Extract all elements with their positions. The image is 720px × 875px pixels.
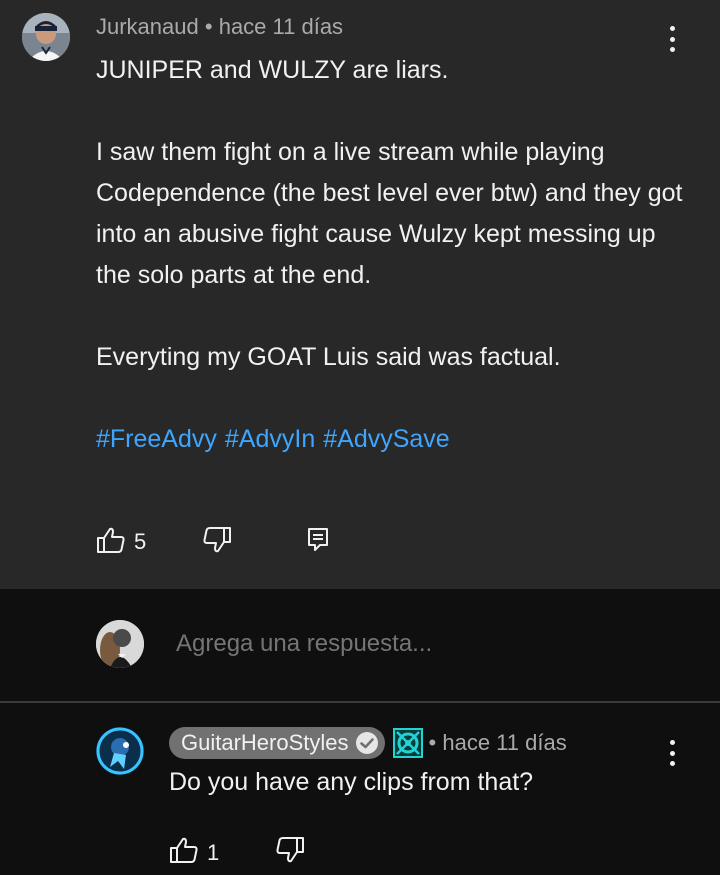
more-vertical-icon[interactable] <box>662 740 682 766</box>
comment-meta: Jurkanaud • hace 11 días <box>96 14 343 40</box>
reply-button[interactable] <box>306 526 330 559</box>
hashtag-link[interactable]: #AdvyIn <box>225 425 315 453</box>
dislike-button[interactable] <box>202 526 232 559</box>
avatar[interactable] <box>96 620 144 668</box>
comment-paragraph: JUNIPER and WULZY are liars. <box>96 56 449 84</box>
thumbs-down-icon <box>275 836 305 869</box>
thumbs-down-icon <box>202 526 232 559</box>
comment-paragraph: Everyting my GOAT Luis said was factual. <box>96 343 561 371</box>
meta-separator: • <box>428 730 443 755</box>
meta-separator: • <box>204 14 219 39</box>
comment-actions: 5 <box>96 526 330 558</box>
reply-input[interactable] <box>176 630 676 658</box>
like-button[interactable]: 5 <box>96 526 146 559</box>
avatar[interactable] <box>22 13 70 61</box>
dislike-button[interactable] <box>275 836 305 869</box>
channel-owner-chip[interactable]: GuitarHeroStyles <box>169 727 385 759</box>
member-badge-icon[interactable] <box>392 728 423 758</box>
more-vertical-icon[interactable] <box>662 26 682 52</box>
like-count: 5 <box>134 529 147 554</box>
reply-time[interactable]: hace 11 días <box>442 730 566 755</box>
reply-author: GuitarHeroStyles <box>181 730 349 755</box>
reply-actions: 1 <box>169 836 305 869</box>
hashtag-link[interactable]: #FreeAdvy <box>96 425 217 453</box>
verified-check-icon <box>355 731 379 755</box>
reply-meta: GuitarHeroStyles • hace 11 días <box>169 727 567 759</box>
reply-time-block: • hace 11 días <box>429 730 567 756</box>
comment-text: JUNIPER and WULZY are liars. I saw them … <box>96 50 696 460</box>
comment-paragraph: I saw them fight on a live stream while … <box>96 138 683 289</box>
comment-thread-main: Jurkanaud • hace 11 días JUNIPER and WUL… <box>0 0 720 589</box>
like-count: 1 <box>207 839 220 865</box>
comment-time[interactable]: hace 11 días <box>219 14 343 39</box>
hashtag-list: #FreeAdvy #AdvyIn #AdvySave <box>96 419 696 460</box>
divider <box>0 701 720 703</box>
thumbs-up-icon <box>169 836 199 869</box>
comment-author[interactable]: Jurkanaud <box>96 14 199 39</box>
thumbs-up-icon <box>96 526 126 559</box>
reply-comment-icon <box>306 526 330 559</box>
avatar[interactable] <box>96 727 144 775</box>
hashtag-link[interactable]: #AdvySave <box>323 425 449 453</box>
reply-text: Do you have any clips from that? <box>169 768 534 796</box>
like-button[interactable]: 1 <box>169 836 219 869</box>
